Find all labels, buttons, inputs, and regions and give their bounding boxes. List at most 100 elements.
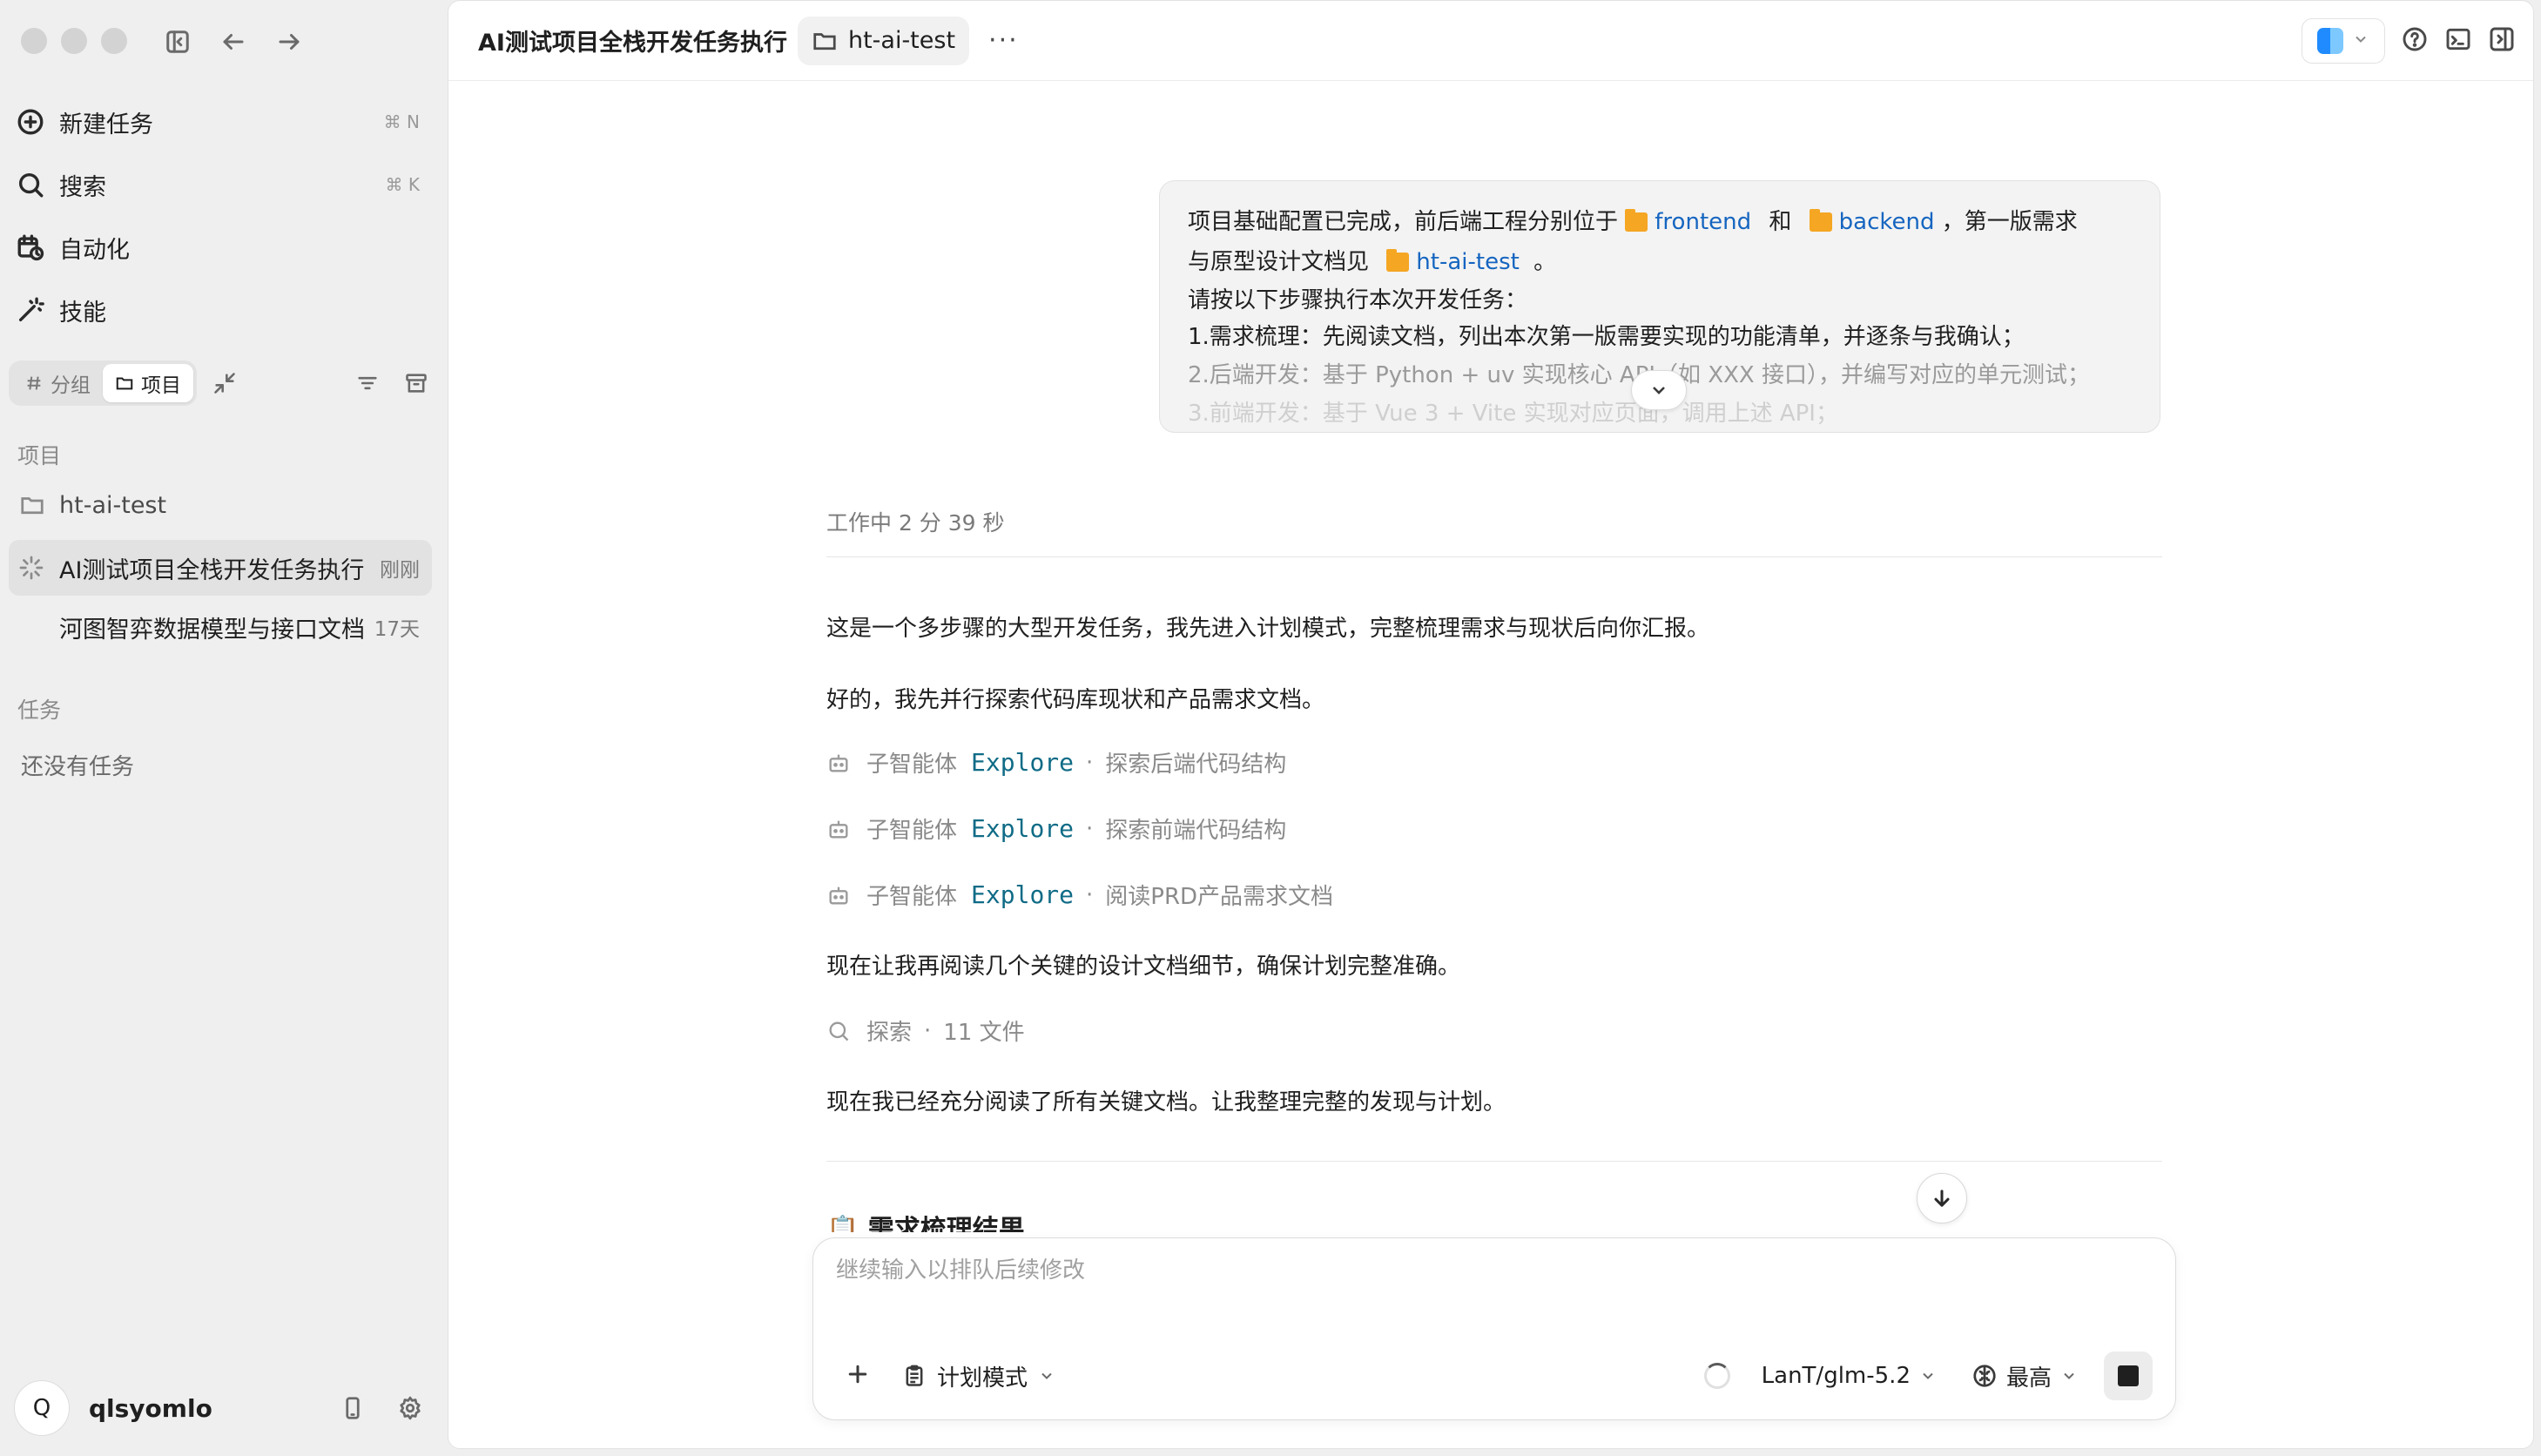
stop-icon — [2118, 1365, 2139, 1386]
new-task-button[interactable]: 新建任务 ⌘ N — [16, 96, 432, 148]
subagent-name: Explore — [971, 748, 1075, 777]
robot-icon — [829, 754, 848, 772]
subagent-row[interactable]: 子智能体 Explore · 探索前端代码结构 — [826, 812, 1286, 845]
shortcut-hint: ⌘ N — [383, 111, 420, 132]
nav-label: 自动化 — [59, 236, 130, 264]
help-icon[interactable] — [2401, 25, 2429, 57]
search-tool-row[interactable]: 探索 · 11 文件 — [826, 1014, 1025, 1047]
group-tab[interactable]: 分组 — [12, 364, 103, 402]
avatar[interactable]: Q — [14, 1380, 70, 1436]
phone-icon[interactable] — [340, 1395, 366, 1421]
toggle-sidebar-icon[interactable] — [160, 24, 195, 59]
settings-gear-icon[interactable] — [397, 1395, 423, 1421]
composer: 计划模式 LanT/glm-5.2 最高 — [812, 1237, 2176, 1420]
minimize-window-button[interactable] — [61, 28, 87, 54]
conversation: 工作中 2 分 39 秒 这是一个多步骤的大型开发任务，我先进入计划模式，完整梳… — [826, 506, 2162, 1162]
open-in-app-button[interactable] — [2302, 18, 2385, 64]
page-title: AI测试项目全栈开发任务执行 — [478, 30, 787, 57]
subagent-row[interactable]: 子智能体 Explore · 探索后端代码结构 — [826, 746, 1286, 779]
calendar-clock-icon — [17, 234, 44, 261]
separator-dot: · — [924, 1017, 932, 1044]
nav-label: 技能 — [59, 299, 106, 327]
assistant-text: 现在我已经充分阅读了所有关键文档。让我整理完整的发现与计划。 — [826, 1089, 1506, 1116]
main-panel: AI测试项目全栈开发任务执行 ht-ai-test ··· 项目基础配置已完成， — [448, 0, 2534, 1449]
task-name: 河图智弈数据模型与接口文档 — [59, 616, 365, 644]
model-label: LanT/glm-5.2 — [1761, 1363, 1911, 1389]
more-options-button[interactable]: ··· — [988, 25, 1019, 56]
search-icon — [829, 1021, 849, 1041]
collapse-icon[interactable] — [206, 364, 244, 402]
subagent-task: 探索前端代码结构 — [1105, 818, 1287, 844]
divider — [826, 1161, 2162, 1162]
project-tab-label: 项目 — [141, 374, 181, 397]
message-line: 1.需求梳理：先阅读文档，列出本次第一版需要实现的功能清单，并逐条与我确认； — [1188, 324, 2025, 350]
stop-button[interactable] — [2104, 1352, 2153, 1400]
plus-icon — [848, 1365, 867, 1384]
folder-icon — [21, 497, 44, 515]
model-selector[interactable]: LanT/glm-5.2 — [1762, 1363, 1937, 1389]
section-heading: 📋 需求梳理结果 — [826, 1215, 1025, 1232]
effort-selector[interactable]: 最高 — [1971, 1360, 2078, 1392]
folder-icon — [1625, 209, 1648, 232]
search-tool-label: 探索 — [866, 1020, 913, 1046]
frontend-link[interactable]: frontend — [1655, 209, 1751, 235]
nav-label: 新建任务 — [59, 111, 153, 138]
task-time: 17天 — [374, 618, 420, 641]
brain-icon — [1973, 1365, 1996, 1387]
folder-chip-label: ht-ai-test — [847, 27, 956, 54]
project-tab[interactable]: 项目 — [103, 364, 193, 402]
skills-button[interactable]: 技能 — [16, 284, 432, 336]
subagent-task: 阅读PRD产品需求文档 — [1105, 884, 1334, 910]
message-line: 请按以下步骤执行本次开发任务： — [1188, 287, 1528, 313]
automation-button[interactable]: 自动化 — [16, 221, 432, 273]
terminal-icon[interactable] — [2444, 25, 2472, 57]
magic-wand-icon — [18, 297, 44, 322]
folder-icon — [116, 377, 133, 390]
message-line: 项目基础配置已完成，前后端工程分别位于 frontend 和 backend ，… — [1188, 202, 2132, 242]
sidebar: 新建任务 ⌘ N 搜索 ⌘ K 自动化 技能 分组 项目 项目 ht-ai-te… — [0, 0, 446, 1456]
subagent-prefix: 子智能体 — [866, 752, 958, 778]
username: qlsyomlo — [89, 1393, 212, 1423]
subagent-prefix: 子智能体 — [866, 884, 958, 910]
search-file-count: 11 文件 — [943, 1020, 1025, 1046]
user-profile: Q qlsyomlo — [14, 1378, 432, 1439]
topbar: AI测试项目全栈开发任务执行 ht-ai-test ··· — [448, 1, 2533, 81]
arrow-down-icon — [1934, 1190, 1950, 1207]
separator-dot: · — [1086, 881, 1094, 908]
spinner-icon — [19, 556, 44, 580]
working-status[interactable]: 工作中 2 分 39 秒 — [826, 506, 2162, 557]
sidebar-filter-bar: 分组 项目 — [9, 361, 435, 406]
doc-folder-link[interactable]: ht-ai-test — [1416, 249, 1520, 275]
project-item[interactable]: ht-ai-test — [9, 477, 432, 533]
task-item[interactable]: 河图智弈数据模型与接口文档 17天 — [9, 599, 432, 655]
forward-arrow-icon[interactable] — [272, 24, 307, 59]
subagent-prefix: 子智能体 — [866, 818, 958, 844]
folder-icon — [1809, 209, 1832, 232]
folder-icon — [813, 32, 836, 50]
filter-icon[interactable] — [348, 364, 387, 402]
backend-link[interactable]: backend — [1839, 209, 1935, 235]
scroll-to-bottom-button[interactable] — [1917, 1173, 1967, 1223]
mode-selector[interactable]: 计划模式 — [902, 1360, 1055, 1392]
search-button[interactable]: 搜索 ⌘ K — [16, 158, 432, 211]
close-window-button[interactable] — [21, 28, 47, 54]
expand-message-button[interactable] — [1631, 370, 1687, 410]
hash-icon — [27, 376, 41, 390]
message-text: 项目基础配置已完成，前后端工程分别位于 — [1188, 209, 1619, 235]
message-input[interactable] — [836, 1257, 2142, 1284]
zoom-window-button[interactable] — [101, 28, 127, 54]
loading-spinner-icon — [1703, 1363, 1730, 1389]
effort-label: 最高 — [2005, 1365, 2052, 1392]
shortcut-hint: ⌘ K — [385, 174, 420, 195]
archive-icon[interactable] — [397, 364, 435, 402]
message-text: 。 — [1533, 249, 1557, 275]
subagent-row[interactable]: 子智能体 Explore · 阅读PRD产品需求文档 — [826, 879, 1333, 911]
chevron-down-icon — [1653, 387, 1665, 394]
message-line: 与原型设计文档见 ht-ai-test 。 — [1188, 242, 2132, 282]
folder-chip[interactable]: ht-ai-test — [797, 16, 970, 65]
subagent-name: Explore — [971, 880, 1075, 909]
toggle-right-panel-icon[interactable] — [2488, 25, 2516, 57]
add-attachment-button[interactable] — [845, 1361, 871, 1391]
back-arrow-icon[interactable] — [216, 24, 251, 59]
task-item-active[interactable]: AI测试项目全栈开发任务执行 刚刚 — [9, 540, 432, 596]
